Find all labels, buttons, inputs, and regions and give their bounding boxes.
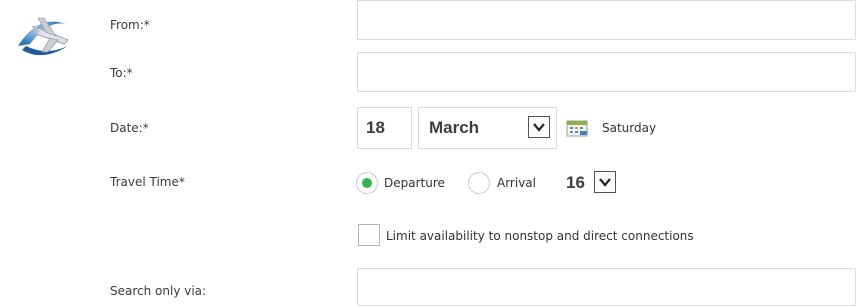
date-label: Date:* [110, 121, 149, 135]
date-month-value: March [429, 118, 480, 137]
from-label: From:* [110, 18, 150, 32]
departure-label[interactable]: Departure [384, 176, 445, 190]
chevron-down-icon[interactable] [594, 171, 616, 193]
arrival-label[interactable]: Arrival [497, 176, 536, 190]
from-field[interactable] [357, 0, 856, 40]
arrival-radio[interactable] [468, 172, 490, 194]
departure-radio[interactable] [356, 172, 378, 194]
search-via-field[interactable] [357, 268, 856, 306]
travel-hour-value: 16 [566, 173, 585, 192]
to-field[interactable] [357, 52, 856, 92]
limit-nonstop-checkbox[interactable] [358, 224, 380, 246]
travel-time-label: Travel Time* [110, 175, 185, 189]
date-weekday: Saturday [602, 121, 657, 135]
limit-nonstop-label[interactable]: Limit availability to nonstop and direct… [386, 229, 694, 243]
search-via-label: Search only via: [110, 284, 207, 298]
date-day-value: 18 [366, 118, 385, 137]
chevron-down-icon[interactable] [528, 116, 550, 138]
to-label: To:* [110, 66, 133, 80]
calendar-icon[interactable] [566, 119, 590, 137]
radio-selected-dot [362, 178, 372, 188]
date-day-field[interactable]: 18 [357, 107, 412, 149]
airplane-globe-icon [8, 6, 78, 64]
